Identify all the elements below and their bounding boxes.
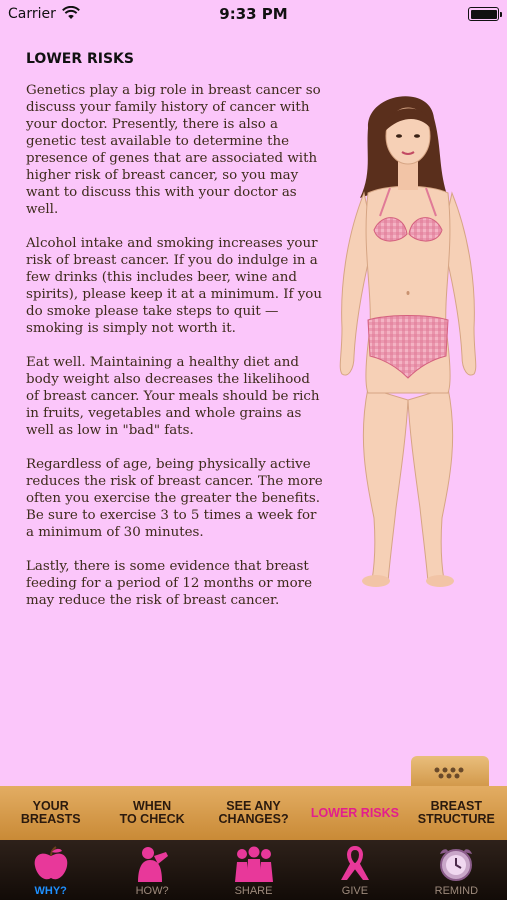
subtab-when-to-check[interactable]: WHEN TO CHECK	[101, 786, 202, 840]
subtab-see-any-changes[interactable]: SEE ANY CHANGES?	[203, 786, 304, 840]
tab-how-label: HOW?	[135, 885, 169, 897]
tab-why-label: WHY?	[34, 885, 67, 897]
section-tabs: YOUR BREASTS WHEN TO CHECK SEE ANY CHANG…	[0, 786, 507, 840]
people-icon	[234, 846, 273, 882]
woman-body-illustration	[339, 96, 477, 587]
tab-share[interactable]: SHARE	[203, 840, 304, 900]
tab-remind-label: REMIND	[434, 885, 479, 897]
paragraph: Eat well. Maintaining a healthy diet and…	[26, 355, 320, 438]
tab-share-label: SHARE	[234, 885, 273, 897]
tab-give[interactable]: GIVE	[304, 840, 405, 900]
status-bar: Carrier 9:33 PM	[0, 0, 507, 28]
paragraph: Lastly, there is some evidence that brea…	[26, 559, 312, 608]
bottom-tab-bar: WHY? HOW? SHARE GIVE REMIND	[0, 840, 507, 900]
tab-why[interactable]: WHY?	[0, 840, 101, 900]
subtab-your-breasts[interactable]: YOUR BREASTS	[0, 786, 101, 840]
tab-remind[interactable]: REMIND	[406, 840, 507, 900]
pink-ribbon-icon	[340, 846, 369, 880]
apple-icon	[34, 846, 68, 880]
paragraph: Genetics play a big role in breast cance…	[26, 83, 321, 217]
alarm-clock-icon	[440, 849, 473, 881]
article-text: Genetics play a big role in breast cance…	[26, 82, 326, 626]
tab-give-label: GIVE	[341, 885, 369, 897]
tab-how[interactable]: HOW?	[101, 840, 202, 900]
subtab-lower-risks[interactable]: LOWER RISKS	[304, 786, 405, 840]
paragraph: Regardless of age, being physically acti…	[26, 457, 323, 540]
battery-icon	[468, 7, 502, 21]
page-title: LOWER RISKS	[26, 51, 134, 67]
self-exam-icon	[138, 847, 169, 882]
clock: 9:33 PM	[219, 5, 288, 23]
paragraph: Alcohol intake and smoking increases you…	[26, 236, 322, 336]
grip-icon	[434, 767, 464, 779]
subtab-breast-structure[interactable]: BREAST STRUCTURE	[406, 786, 507, 840]
